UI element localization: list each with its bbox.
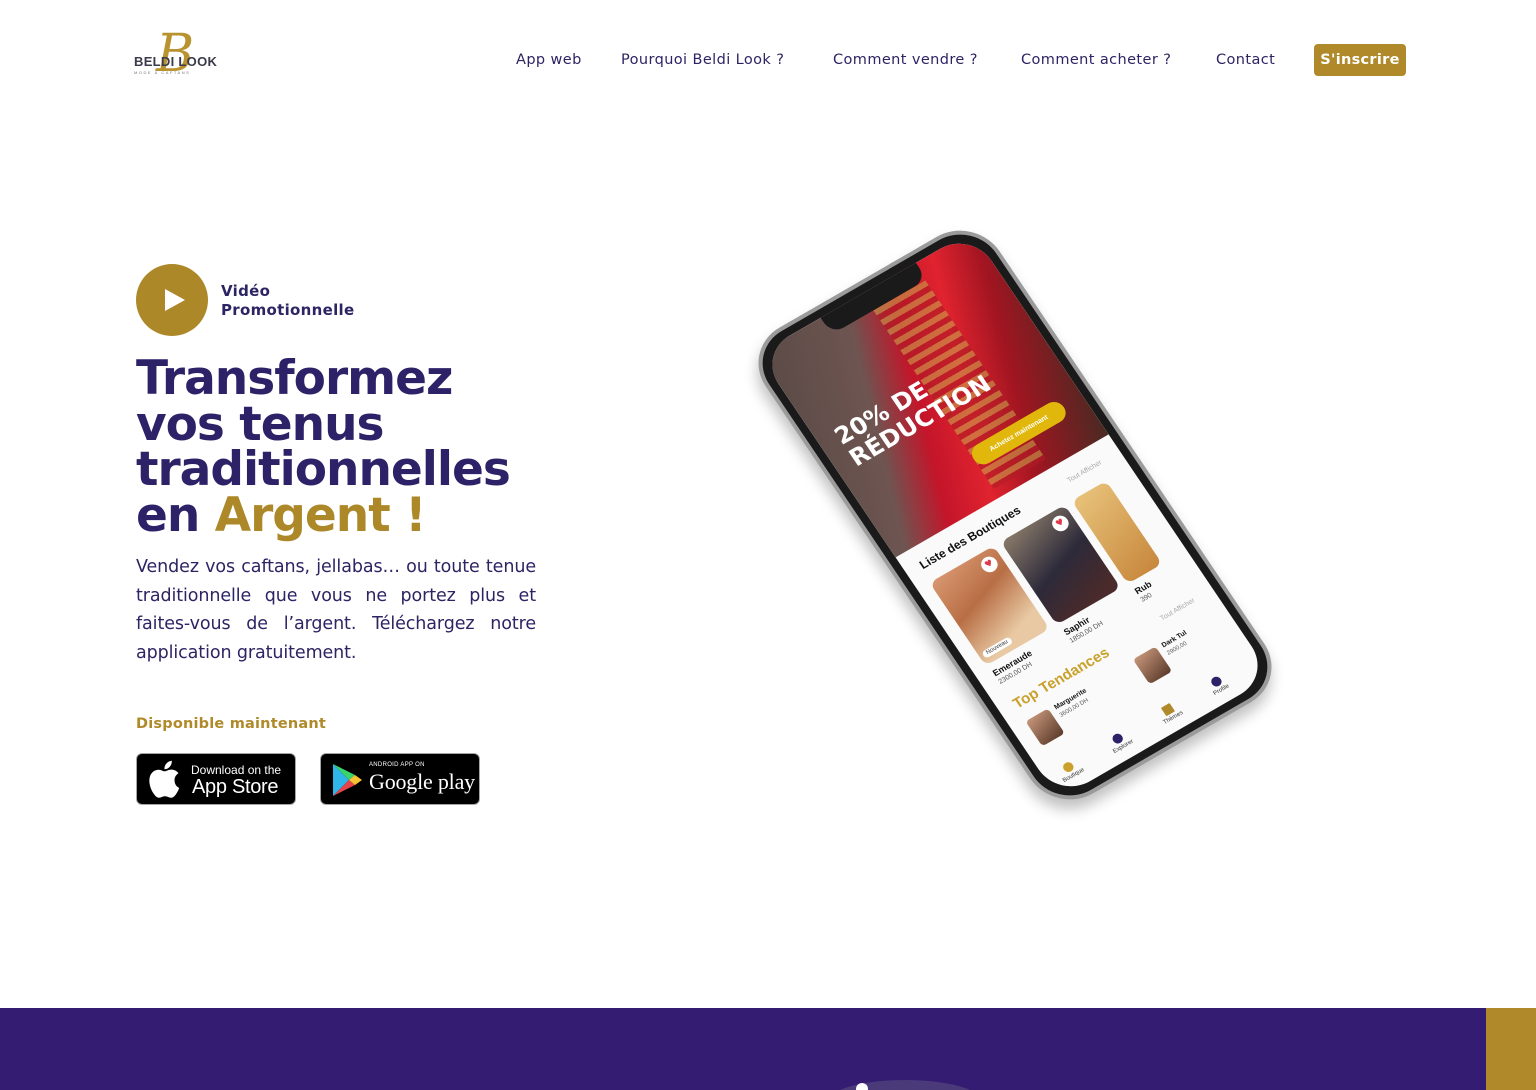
- phone-frame: 20% DE RÉDUCTION Achetez maintenant List…: [741, 214, 1289, 816]
- nav-app-web[interactable]: App web: [516, 52, 582, 68]
- hero-description: Vendez vos caftans, jellabas… ou toute t…: [136, 557, 536, 664]
- nav-contact[interactable]: Contact: [1216, 52, 1275, 68]
- video-label-line2: Promotionnelle: [221, 301, 355, 319]
- bottom-section-band: [0, 1008, 1486, 1090]
- heart-icon[interactable]: ♥: [977, 553, 1001, 576]
- tab-boutique[interactable]: Boutique: [1055, 757, 1086, 784]
- band-dot: [856, 1083, 868, 1090]
- play-icon: [164, 289, 185, 311]
- google-play-icon: [333, 764, 362, 796]
- tab-themes[interactable]: Thèmes: [1156, 700, 1184, 726]
- video-label-line1: Vidéo: [221, 282, 271, 300]
- new-badge: Nouveau: [981, 636, 1014, 659]
- video-label[interactable]: Vidéo Promotionnelle: [221, 282, 354, 320]
- headline-highlight: Argent !: [214, 487, 427, 543]
- available-label: Disponible maintenant: [136, 716, 327, 732]
- signup-button[interactable]: S'inscrire: [1314, 44, 1406, 76]
- nav-pourquoi[interactable]: Pourquoi Beldi Look ?: [621, 52, 784, 68]
- trends-see-all[interactable]: Tout Afficher: [1159, 597, 1196, 622]
- google-play-small: ANDROID APP ON: [369, 762, 425, 768]
- logo[interactable]: B BELDI LOOK MODE & CAFTANS: [134, 24, 226, 90]
- phone-screen: 20% DE RÉDUCTION Achetez maintenant List…: [758, 230, 1272, 800]
- nav-comment-acheter[interactable]: Comment acheter ?: [1021, 52, 1171, 68]
- headline-line4: en Argent !: [136, 492, 596, 539]
- scroll-top-tab[interactable]: [1486, 1008, 1536, 1090]
- phone-mockup: 20% DE RÉDUCTION Achetez maintenant List…: [720, 195, 1289, 816]
- play-video-button[interactable]: [136, 264, 208, 336]
- nav-comment-vendre[interactable]: Comment vendre ?: [833, 52, 978, 68]
- logo-tagline: MODE & CAFTANS: [134, 70, 191, 75]
- headline-line2: vos tenus: [136, 396, 385, 452]
- logo-name: BELDI LOOK: [134, 54, 218, 69]
- app-store-big: App Store: [192, 776, 279, 798]
- headline-line1: Transformez: [136, 351, 453, 406]
- headline-line3: traditionnelles: [136, 442, 511, 497]
- shops-see-all[interactable]: Tout Afficher: [1066, 459, 1103, 484]
- app-store-badge[interactable]: Download on the App Store: [136, 753, 296, 805]
- hero-headline: Transformez vos tenus traditionnelles en…: [136, 351, 596, 539]
- google-play-big: Google play: [369, 769, 475, 794]
- google-play-badge[interactable]: ANDROID APP ON Google play: [320, 753, 480, 805]
- tab-explorer[interactable]: Explorer: [1105, 729, 1135, 755]
- app-store-small: Download on the: [191, 763, 282, 777]
- tab-profile[interactable]: Profile: [1206, 673, 1231, 697]
- apple-icon: [149, 760, 180, 798]
- heart-icon[interactable]: ♥: [1048, 512, 1072, 535]
- headline-prefix: en: [136, 487, 215, 543]
